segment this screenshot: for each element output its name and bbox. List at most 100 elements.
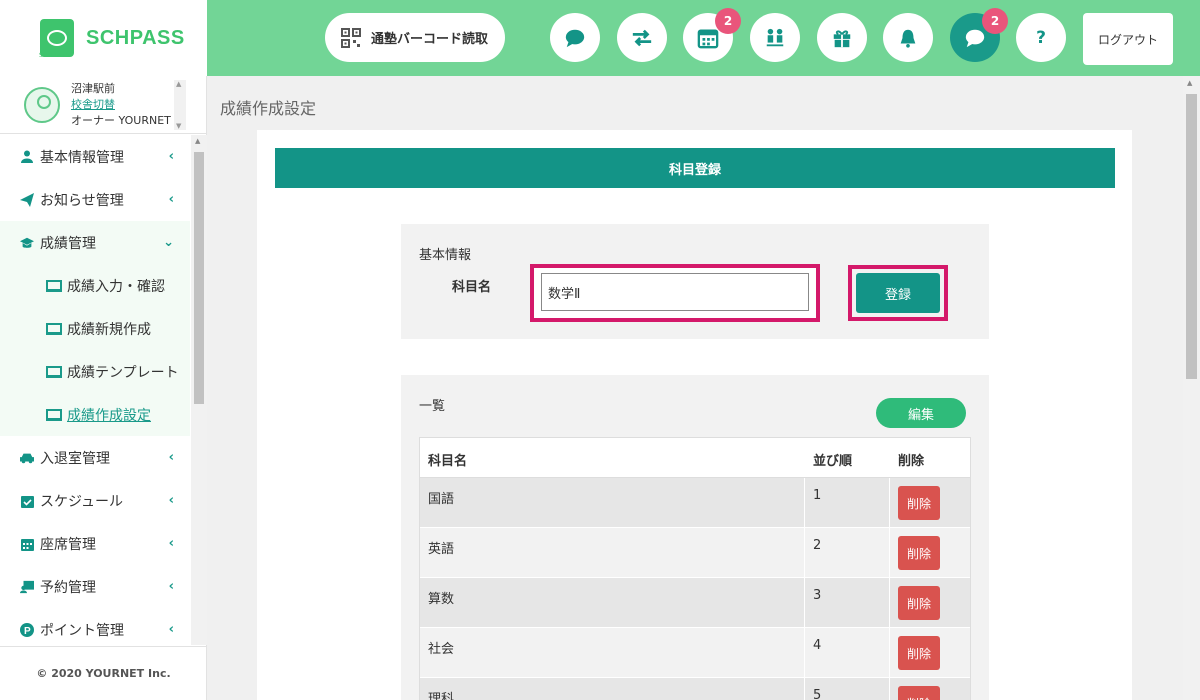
laptop-icon <box>46 408 62 421</box>
sidebar-item-attendance[interactable]: 入退室管理 ‹ <box>0 436 190 479</box>
edit-button[interactable]: 編集 <box>876 398 966 428</box>
subject-cell: 社会 <box>420 628 805 677</box>
chat-button[interactable]: 2 <box>950 8 1008 62</box>
sidebar-subitem-label: 成績入力・確認 <box>67 278 165 295</box>
sidebar-subitem-grade-template[interactable]: 成績テンプレート <box>0 350 190 393</box>
subject-name-label: 科目名 <box>452 280 492 295</box>
sidebar-subitem-grade-settings[interactable]: 成績作成設定 <box>0 393 190 436</box>
subject-cell: 算数 <box>420 578 805 627</box>
register-button-highlight: 登録 <box>848 265 948 321</box>
sidebar-item-grades[interactable]: 成績管理 ⌄ <box>0 221 190 264</box>
calendar-icon <box>697 29 719 48</box>
laptop-icon <box>46 365 62 378</box>
order-cell: 1 <box>805 478 890 527</box>
laptop-icon <box>46 279 62 292</box>
order-cell: 3 <box>805 578 890 627</box>
sidebar-subitem-grade-input[interactable]: 成績入力・確認 <box>0 264 190 307</box>
car-icon <box>20 451 34 465</box>
chevron-left-icon: ‹ <box>168 579 174 594</box>
qr-code-icon <box>341 27 361 48</box>
sidebar-item-basic-info[interactable]: 基本情報管理 ‹ <box>0 135 190 178</box>
sidebar-item-notices[interactable]: お知らせ管理 ‹ <box>0 178 190 221</box>
delete-button[interactable]: 削除 <box>898 686 940 700</box>
sidebar-scroll-thumb[interactable] <box>194 152 204 404</box>
sidebar-subitem-label: 成績テンプレート <box>67 364 179 381</box>
delete-button[interactable]: 削除 <box>898 486 940 520</box>
message-button[interactable] <box>550 13 600 62</box>
sidebar-subitem-grade-new[interactable]: 成績新規作成 <box>0 307 190 350</box>
speech-bubble-icon <box>565 29 585 47</box>
logo[interactable]: SCHPASS SCHPASS <box>0 0 207 76</box>
logout-button[interactable]: ログアウト <box>1083 13 1173 65</box>
sidebar-item-seats[interactable]: 座席管理 ‹ <box>0 522 190 565</box>
sidebar-item-schedule[interactable]: スケジュール ‹ <box>0 479 190 522</box>
calendar-badge: 2 <box>715 8 741 34</box>
table-row: 理科 5 削除 <box>420 678 970 700</box>
user-scrollbar[interactable] <box>174 80 186 130</box>
chevron-down-icon: ⌄ <box>163 235 174 250</box>
bell-icon <box>900 29 916 48</box>
chat-badge: 2 <box>982 8 1008 34</box>
question-icon: ? <box>1036 27 1046 48</box>
subject-cell: 国語 <box>420 478 805 527</box>
subject-register-card: 科目登録 基本情報 科目名 登録 一覧 編集 科目名 並び順 削除 国語 1 削… <box>257 130 1132 700</box>
exchange-arrows-icon <box>632 29 652 46</box>
barcode-read-button[interactable]: 通塾バーコード読取 <box>325 13 505 62</box>
delete-button[interactable]: 削除 <box>898 536 940 570</box>
sidebar-item-label: ポイント管理 <box>40 622 124 639</box>
chevron-left-icon: ‹ <box>168 149 174 164</box>
column-header-subject: 科目名 <box>420 438 805 477</box>
table-row: 算数 3 削除 <box>420 578 970 628</box>
logo-text: SCHPASS <box>86 26 185 49</box>
basic-info-title: 基本情報 <box>419 248 472 263</box>
basic-info-section: 基本情報 科目名 登録 <box>401 224 989 339</box>
subject-table: 科目名 並び順 削除 国語 1 削除 英語 2 削除 算数 3 削除 社会 4 <box>419 437 971 700</box>
sidebar-item-label: 座席管理 <box>40 536 96 553</box>
subject-cell: 英語 <box>420 528 805 577</box>
table-row: 英語 2 削除 <box>420 528 970 578</box>
sidebar-item-points[interactable]: P ポイント管理 ‹ <box>0 608 190 645</box>
gift-icon <box>833 30 851 47</box>
top-bar: 通塾バーコード読取 2 2 ? ログアウト <box>207 0 1200 76</box>
column-header-delete: 削除 <box>898 454 925 469</box>
avatar <box>24 86 60 123</box>
help-button[interactable]: ? <box>1016 13 1066 62</box>
chevron-left-icon: ‹ <box>168 493 174 508</box>
table-row: 社会 4 削除 <box>420 628 970 678</box>
order-cell: 4 <box>805 628 890 677</box>
school-switch-link[interactable]: 校舎切替 <box>71 97 171 113</box>
subject-name-input[interactable] <box>541 273 809 311</box>
sidebar-item-label: 基本情報管理 <box>40 149 124 166</box>
table-row: 国語 1 削除 <box>420 478 970 528</box>
sidebar-group-grades: 成績管理 ⌄ 成績入力・確認 成績新規作成 成績テンプレート 成績作成設定 <box>0 221 190 436</box>
meeting-button[interactable] <box>750 13 800 62</box>
laptop-icon <box>46 322 62 335</box>
sidebar-item-label: お知らせ管理 <box>40 192 124 209</box>
order-cell: 5 <box>805 678 890 700</box>
main-scrollbar[interactable] <box>1183 76 1200 700</box>
logo-subtext: SCHPASS <box>39 52 70 59</box>
register-button[interactable]: 登録 <box>856 273 940 313</box>
chevron-left-icon: ‹ <box>168 192 174 207</box>
delete-button[interactable]: 削除 <box>898 586 940 620</box>
page-title: 成績作成設定 <box>220 99 317 118</box>
copyright: © 2020 YOURNET Inc. <box>0 646 207 700</box>
chevron-left-icon: ‹ <box>168 536 174 551</box>
people-meeting-icon <box>766 28 784 46</box>
transfer-button[interactable] <box>617 13 667 62</box>
sidebar-scrollbar[interactable] <box>191 135 207 645</box>
delete-button[interactable]: 削除 <box>898 636 940 670</box>
notification-button[interactable] <box>883 13 933 62</box>
present-button[interactable] <box>817 13 867 62</box>
calendar-check-icon <box>20 494 34 508</box>
calendar-button[interactable]: 2 <box>683 8 741 62</box>
sidebar-item-reservations[interactable]: 予約管理 ‹ <box>0 565 190 608</box>
main-scroll-thumb[interactable] <box>1186 94 1197 379</box>
subject-list-section: 一覧 編集 科目名 並び順 削除 国語 1 削除 英語 2 削除 算数 3 削除 <box>401 375 989 700</box>
sidebar-subitem-label: 成績作成設定 <box>67 407 151 424</box>
sidebar-menu: 基本情報管理 ‹ お知らせ管理 ‹ 成績管理 ⌄ 成績入力・確認 成績新規作成 <box>0 135 190 645</box>
reservation-icon <box>20 580 34 594</box>
subject-input-highlight <box>530 264 820 322</box>
column-header-order: 並び順 <box>805 438 890 477</box>
points-icon: P <box>20 622 34 637</box>
